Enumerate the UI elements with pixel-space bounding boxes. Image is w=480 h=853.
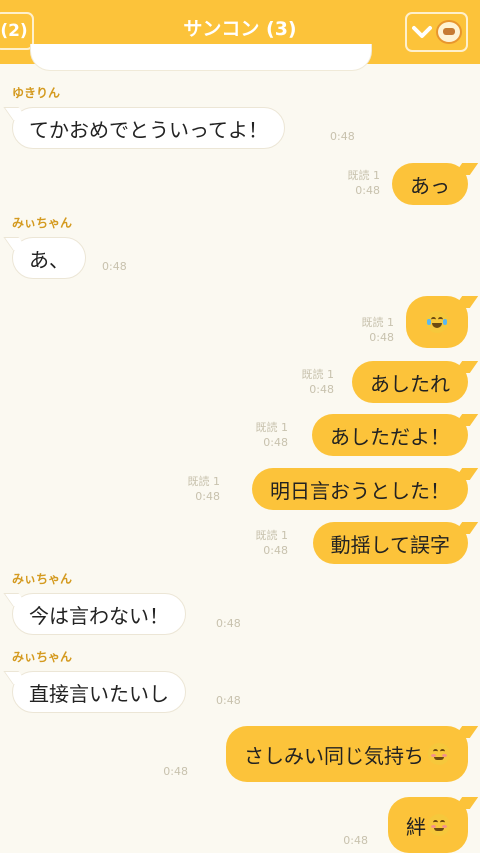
- message-time: 0:48: [216, 694, 241, 707]
- sticker-icon: [436, 20, 462, 44]
- read-label: 既読 1: [187, 475, 221, 488]
- read-label: 既読 1: [301, 368, 335, 381]
- message-text: 絆: [406, 814, 426, 839]
- message-time: 0:48: [369, 331, 394, 344]
- message-time: 0:48: [330, 130, 355, 143]
- message-bubble-incoming[interactable]: てかおめでとういってよ！: [12, 107, 285, 149]
- message-bubble-outgoing[interactable]: あしたれ: [352, 361, 468, 403]
- message-text: あしたれ: [370, 371, 450, 396]
- message-text: 今は言わない！: [29, 603, 169, 628]
- message-text: あしただよ！: [330, 424, 450, 449]
- face-with-tears-of-joy-icon: [426, 311, 448, 333]
- message-bubble-incoming[interactable]: 直接言いたいし: [12, 671, 186, 713]
- sender-name: ゆきりん: [12, 86, 61, 100]
- message-bubble-outgoing[interactable]: あしただよ！: [312, 414, 468, 456]
- message-read-status: 既読 1 0:48: [188, 474, 221, 504]
- message-text: あっ: [410, 173, 450, 198]
- read-label: 既読 1: [255, 421, 289, 434]
- message-read-status: 既読 1 0:48: [256, 528, 289, 558]
- message-time: 0:48: [163, 765, 188, 778]
- message-time: 0:48: [263, 436, 288, 449]
- read-label: 既読 1: [361, 316, 395, 329]
- message-text: 明日言おうとした！: [270, 478, 450, 503]
- message-time: 0:48: [309, 383, 334, 396]
- message-read-status: 既読 1 0:48: [302, 367, 335, 397]
- message-text: さしみい同じ気持ち: [244, 743, 424, 768]
- message-bubble-outgoing[interactable]: さしみい同じ気持ち: [226, 726, 468, 782]
- smiling-face-icon: [428, 743, 450, 765]
- message-bubble-outgoing[interactable]: あっ: [392, 163, 468, 205]
- message-text: あ、: [29, 247, 69, 272]
- message-read-status: 既読 1 0:48: [256, 420, 289, 450]
- message-time: 0:48: [343, 834, 368, 847]
- message-time: 0:48: [102, 260, 127, 273]
- message-time: 0:48: [263, 544, 288, 557]
- message-bubble-outgoing[interactable]: 絆: [388, 797, 468, 853]
- chevron-down-icon: [412, 26, 432, 38]
- sender-name: みぃちゃん: [12, 650, 73, 664]
- message-text: てかおめでとういってよ！: [29, 117, 268, 142]
- message-bubble-outgoing[interactable]: [406, 296, 468, 348]
- message-bubble-outgoing[interactable]: 明日言おうとした！: [252, 468, 468, 510]
- message-time: 0:48: [355, 184, 380, 197]
- smiling-face-icon: [428, 814, 450, 836]
- message-read-status: 既読 1 0:48: [348, 168, 381, 198]
- sender-name: みぃちゃん: [12, 216, 73, 230]
- read-label: 既読 1: [347, 169, 381, 182]
- read-label: 既読 1: [255, 529, 289, 542]
- previous-message-bubble: [30, 44, 372, 71]
- message-bubble-incoming[interactable]: あ、: [12, 237, 86, 279]
- menu-button[interactable]: [405, 12, 468, 52]
- message-bubble-outgoing[interactable]: 動揺して誤字: [312, 522, 468, 564]
- sender-name: みぃちゃん: [12, 572, 73, 586]
- message-text: 直接言いたいし: [29, 681, 169, 706]
- message-bubble-incoming[interactable]: 今は言わない！: [12, 593, 186, 635]
- message-time: 0:48: [216, 617, 241, 630]
- message-read-status: 既読 1 0:48: [362, 315, 395, 345]
- message-text: 動揺して誤字: [330, 532, 450, 557]
- message-time: 0:48: [195, 490, 220, 503]
